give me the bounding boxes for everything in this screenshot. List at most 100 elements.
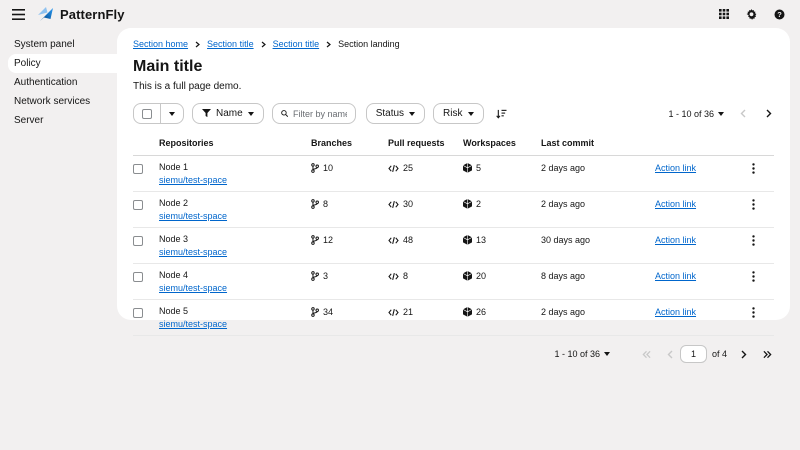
- workspaces-count: 13: [476, 235, 486, 245]
- row-checkbox[interactable]: [133, 272, 143, 282]
- brand: PatternFly: [37, 6, 125, 22]
- breadcrumb-link-home[interactable]: Section home: [133, 39, 188, 49]
- risk-filter-dropdown[interactable]: Risk: [433, 103, 483, 124]
- table-row: Node 3 siemu/test-space 12 48 13 30 days…: [133, 228, 774, 264]
- action-link[interactable]: Action link: [655, 163, 696, 173]
- status-filter-dropdown[interactable]: Status: [366, 103, 425, 124]
- angle-left-icon: [667, 350, 673, 359]
- breadcrumb-link-section-1[interactable]: Section title: [207, 39, 254, 49]
- chevron-right-icon: [195, 41, 200, 48]
- kebab-menu-button[interactable]: [748, 162, 759, 175]
- repo-space-link[interactable]: siemu/test-space: [159, 319, 227, 329]
- node-name: Node 3: [159, 234, 311, 244]
- kebab-menu-button[interactable]: [748, 306, 759, 319]
- branches-count: 8: [323, 199, 328, 209]
- angle-double-right-icon: [763, 350, 772, 359]
- code-icon: [388, 308, 399, 317]
- caret-down-icon: [409, 112, 415, 116]
- action-link[interactable]: Action link: [655, 307, 696, 317]
- next-page-button[interactable]: [739, 348, 749, 361]
- bulk-select-checkbox[interactable]: [142, 109, 152, 119]
- action-link[interactable]: Action link: [655, 235, 696, 245]
- breadcrumb-link-section-2[interactable]: Section title: [273, 39, 320, 49]
- sidebar-item-network-services[interactable]: Network services: [0, 92, 117, 111]
- next-page-button[interactable]: [764, 107, 774, 120]
- status-filter-label: Status: [376, 108, 404, 119]
- pull-requests-count: 30: [403, 199, 413, 209]
- kebab-menu-button[interactable]: [748, 234, 759, 247]
- breadcrumb-current: Section landing: [338, 39, 400, 49]
- workspaces-count: 5: [476, 163, 481, 173]
- sidebar-nav: System panel Policy Authentication Netwo…: [0, 28, 117, 450]
- bulk-select-split-button: [133, 103, 184, 124]
- top-pagination-menu[interactable]: 1 - 10 of 36: [668, 109, 724, 119]
- sidebar-item-policy[interactable]: Policy: [8, 54, 117, 73]
- caret-down-icon: [468, 112, 474, 116]
- sort-button[interactable]: [494, 107, 509, 121]
- page-count-label: of 4: [712, 349, 727, 359]
- pull-requests-count: 25: [403, 163, 413, 173]
- code-icon: [388, 200, 399, 209]
- action-link[interactable]: Action link: [655, 199, 696, 209]
- bulk-select-checkbox-segment[interactable]: [134, 104, 161, 123]
- sidebar-item-system-panel[interactable]: System panel: [0, 35, 117, 54]
- angle-right-icon: [766, 109, 772, 118]
- row-checkbox[interactable]: [133, 200, 143, 210]
- search-icon: [281, 109, 288, 118]
- app-launcher-button[interactable]: [718, 8, 730, 20]
- row-checkbox[interactable]: [133, 164, 143, 174]
- workspaces-count: 20: [476, 271, 486, 281]
- last-commit: 2 days ago: [541, 198, 655, 209]
- row-checkbox[interactable]: [133, 236, 143, 246]
- kebab-menu-button[interactable]: [748, 198, 759, 211]
- code-icon: [388, 164, 399, 173]
- repo-space-link[interactable]: siemu/test-space: [159, 247, 227, 257]
- action-link[interactable]: Action link: [655, 271, 696, 281]
- hamburger-icon: [12, 9, 25, 20]
- table-header-row: Repositories Branches Pull requests Work…: [133, 134, 774, 156]
- branches-count: 3: [323, 271, 328, 281]
- angle-double-left-icon: [642, 350, 651, 359]
- grid-icon: [719, 9, 729, 19]
- page-subtitle: This is a full page demo.: [133, 81, 774, 92]
- question-circle-icon: ?: [774, 9, 785, 20]
- kebab-icon: [752, 163, 755, 174]
- filter-icon: [202, 109, 211, 118]
- node-name: Node 2: [159, 198, 311, 208]
- cube-icon: [463, 307, 472, 317]
- name-filter-label: Name: [216, 108, 243, 119]
- menu-toggle-button[interactable]: [10, 7, 27, 22]
- code-icon: [388, 236, 399, 245]
- branches-count: 34: [323, 307, 333, 317]
- node-name: Node 1: [159, 162, 311, 172]
- sidebar-item-server[interactable]: Server: [0, 111, 117, 130]
- help-button[interactable]: ?: [773, 8, 786, 21]
- risk-filter-label: Risk: [443, 108, 462, 119]
- last-commit: 30 days ago: [541, 234, 655, 245]
- search-input[interactable]: [293, 109, 347, 119]
- bottom-pagination-menu[interactable]: 1 - 10 of 36: [554, 349, 610, 359]
- kebab-icon: [752, 307, 755, 318]
- pull-requests-count: 21: [403, 307, 413, 317]
- row-checkbox[interactable]: [133, 308, 143, 318]
- code-branch-icon: [311, 271, 319, 281]
- first-page-button[interactable]: [640, 348, 653, 361]
- sidebar-item-authentication[interactable]: Authentication: [0, 73, 117, 92]
- prev-page-button[interactable]: [738, 107, 748, 120]
- repo-space-link[interactable]: siemu/test-space: [159, 211, 227, 221]
- kebab-menu-button[interactable]: [748, 270, 759, 283]
- repo-space-link[interactable]: siemu/test-space: [159, 175, 227, 185]
- prev-page-button[interactable]: [665, 348, 675, 361]
- repo-space-link[interactable]: siemu/test-space: [159, 283, 227, 293]
- name-filter-dropdown[interactable]: Name: [192, 103, 264, 124]
- code-icon: [388, 272, 399, 281]
- col-last-commit: Last commit: [541, 138, 655, 148]
- last-page-button[interactable]: [761, 348, 774, 361]
- code-branch-icon: [311, 199, 319, 209]
- current-page-input[interactable]: [680, 345, 707, 363]
- settings-button[interactable]: [745, 8, 758, 21]
- table-row: Node 4 siemu/test-space 3 8 20 8 days ag…: [133, 264, 774, 300]
- breadcrumb: Section home Section title Section title…: [133, 39, 774, 49]
- bulk-select-toggle[interactable]: [161, 104, 183, 123]
- cube-icon: [463, 199, 472, 209]
